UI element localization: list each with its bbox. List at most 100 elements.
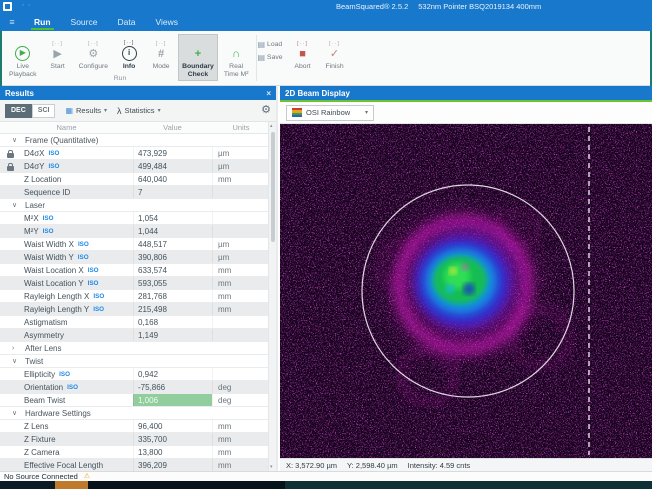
results-dropdown[interactable]: ▦ Results ▾ xyxy=(65,106,107,115)
table-row[interactable]: Effective Focal Length396,209mm xyxy=(0,459,270,471)
cursor-x: X: 3,572.90 µm xyxy=(286,461,337,470)
title-bar: ◦◦ BeamSquared® 2.5.2532nm Pointer BSQ20… xyxy=(0,0,652,13)
table-row[interactable]: Beam Twist1,006deg xyxy=(0,394,270,407)
section-header-hardware-settings[interactable]: ∨Hardware Settings xyxy=(0,407,270,420)
results-column-headers: Name Value Units xyxy=(0,122,276,134)
load-button[interactable]: ▤Load xyxy=(257,40,282,49)
palette-value: OSI Rainbow xyxy=(306,108,350,117)
table-row[interactable]: Z Location640,040mm xyxy=(0,173,270,186)
table-row[interactable]: Waist Width YISO390,806µm xyxy=(0,251,270,264)
beam-display-panel: 2D Beam Display OSI Rainbow ▾ xyxy=(280,86,652,471)
dec-format-button[interactable]: DEC xyxy=(5,104,32,118)
table-row[interactable]: M²YISO1,044 xyxy=(0,225,270,238)
column-header-name: Name xyxy=(0,123,133,132)
iso-tag: ISO xyxy=(59,371,70,378)
taskbar-strip xyxy=(0,481,652,489)
table-row[interactable]: Z Lens96,400mm xyxy=(0,420,270,433)
iso-tag: ISO xyxy=(88,267,99,274)
table-row[interactable]: Waist Width XISO448,517µm xyxy=(0,238,270,251)
load-icon: ▤ xyxy=(257,40,265,49)
table-row[interactable]: Rayleigh Length YISO215,498mm xyxy=(0,303,270,316)
status-message: No Source Connected xyxy=(4,472,78,481)
lock-icon xyxy=(7,153,14,158)
section-header-after-lens[interactable]: ›After Lens xyxy=(0,342,270,355)
palette-selector[interactable]: OSI Rainbow ▾ xyxy=(286,105,374,121)
scroll-down-icon[interactable]: ▾ xyxy=(270,464,273,470)
results-panel-title: Results xyxy=(5,89,34,98)
grid-icon: ▦ xyxy=(65,106,73,115)
configure-icon: [··]⚙ xyxy=(88,36,99,61)
menu-item-views[interactable]: Views xyxy=(145,13,188,31)
finish-button[interactable]: [··]✓Finish xyxy=(320,34,350,74)
ribbon: ▶LivePlayback[··]▶Start[··]⚙Configure[··… xyxy=(0,31,652,86)
lambda-icon: λ xyxy=(117,106,122,116)
gear-icon[interactable]: ⚙ xyxy=(261,105,271,116)
table-row[interactable]: EllipticityISO0,942 xyxy=(0,368,270,381)
menu-item-run[interactable]: Run xyxy=(24,13,61,31)
ribbon-separator xyxy=(256,35,257,81)
results-toolbar: DEC SCI ▦ Results ▾ λ Statistics ▾ ⚙ xyxy=(0,100,276,122)
results-panel-header: Results × xyxy=(0,86,276,100)
table-row[interactable]: Asymmetry1,149 xyxy=(0,329,270,342)
start-button[interactable]: [··]▶Start xyxy=(43,34,73,74)
statistics-dropdown[interactable]: λ Statistics ▾ xyxy=(117,106,161,116)
chevron-down-icon: ∨ xyxy=(12,136,21,144)
save-button[interactable]: ▤Save xyxy=(257,53,282,62)
table-row[interactable]: D4σYISO499,484µm xyxy=(0,160,270,173)
mode-button[interactable]: [··]#Mode xyxy=(146,34,176,74)
results-scrollbar[interactable]: ▴ ▾ xyxy=(268,122,276,471)
section-header-twist[interactable]: ∨Twist xyxy=(0,355,270,368)
results-panel: Results × DEC SCI ▦ Results ▾ λ Statisti… xyxy=(0,86,278,471)
document-name: 532nm Pointer BSQ2019134 400mm xyxy=(418,2,541,11)
live-playback-button[interactable]: ▶LivePlayback xyxy=(5,34,41,81)
table-row[interactable]: Z Fixture335,700mm xyxy=(0,433,270,446)
window-title: BeamSquared® 2.5.2 532nm Pointer BSQ20191… xyxy=(336,2,541,11)
chevron-down-icon: ▾ xyxy=(158,107,161,114)
file-buttons: ▤Load ▤Save xyxy=(257,40,282,62)
scroll-up-icon[interactable]: ▴ xyxy=(270,123,273,129)
menu-bar: ≡ RunSourceDataViews xyxy=(0,13,652,31)
lock-icon xyxy=(7,166,14,171)
table-row[interactable]: Rayleigh Length XISO281,768mm xyxy=(0,290,270,303)
beam-cursor-status: X: 3,572.90 µm Y: 2,598.40 µm Intensity:… xyxy=(280,458,652,471)
table-row[interactable]: OrientationISO-75,866deg xyxy=(0,381,270,394)
table-row[interactable]: D4σXISO473,929µm xyxy=(0,147,270,160)
boundary-check-button[interactable]: +BoundaryCheck xyxy=(178,34,218,81)
iso-tag: ISO xyxy=(78,254,89,261)
table-row[interactable]: Waist Location YISO593,055mm xyxy=(0,277,270,290)
info-icon: [··]i xyxy=(122,36,137,61)
app-status-bar: No Source Connected ⚠ xyxy=(0,471,652,481)
menu-bar-items: RunSourceDataViews xyxy=(24,13,188,31)
configure-button[interactable]: [··]⚙Configure xyxy=(75,34,112,74)
chevron-right-icon: › xyxy=(12,345,21,352)
table-row[interactable]: Sequence ID7 xyxy=(0,186,270,199)
table-row[interactable]: Z Camera13,800mm xyxy=(0,446,270,459)
scrollbar-thumb[interactable] xyxy=(271,132,275,242)
iso-tag: ISO xyxy=(88,280,99,287)
chevron-down-icon: ∨ xyxy=(12,357,21,365)
rainbow-palette-icon xyxy=(292,108,302,117)
sci-format-button[interactable]: SCI xyxy=(32,104,56,118)
app-version: BeamSquared® 2.5.2 xyxy=(336,2,408,11)
abort-button[interactable]: [··]■Abort xyxy=(288,34,318,74)
close-icon[interactable]: × xyxy=(266,89,271,98)
iso-tag: ISO xyxy=(43,228,54,235)
menu-item-source[interactable]: Source xyxy=(61,13,108,31)
menu-item-data[interactable]: Data xyxy=(107,13,145,31)
abort-icon: [··]■ xyxy=(297,36,308,61)
hamburger-icon[interactable]: ≡ xyxy=(0,17,24,27)
section-header-frame-quantitative-[interactable]: ∨Frame (Quantitative) xyxy=(0,134,270,147)
table-row[interactable]: Astigmatism0,168 xyxy=(0,316,270,329)
info-button[interactable]: [··]iInfo xyxy=(114,34,144,74)
beam-canvas[interactable] xyxy=(280,124,652,458)
beam-image xyxy=(280,124,652,458)
beam-panel-header: 2D Beam Display xyxy=(280,86,652,100)
save-icon: ▤ xyxy=(257,53,265,62)
chevron-down-icon: ∨ xyxy=(12,201,21,209)
table-row[interactable]: Waist Location XISO633,574mm xyxy=(0,264,270,277)
section-header-laser[interactable]: ∨Laser xyxy=(0,199,270,212)
table-row[interactable]: M²XISO1,054 xyxy=(0,212,270,225)
iso-tag: ISO xyxy=(93,293,104,300)
column-header-value: Value xyxy=(133,123,212,132)
real-time-m2-button[interactable]: ∩RealTime M² xyxy=(220,34,253,81)
